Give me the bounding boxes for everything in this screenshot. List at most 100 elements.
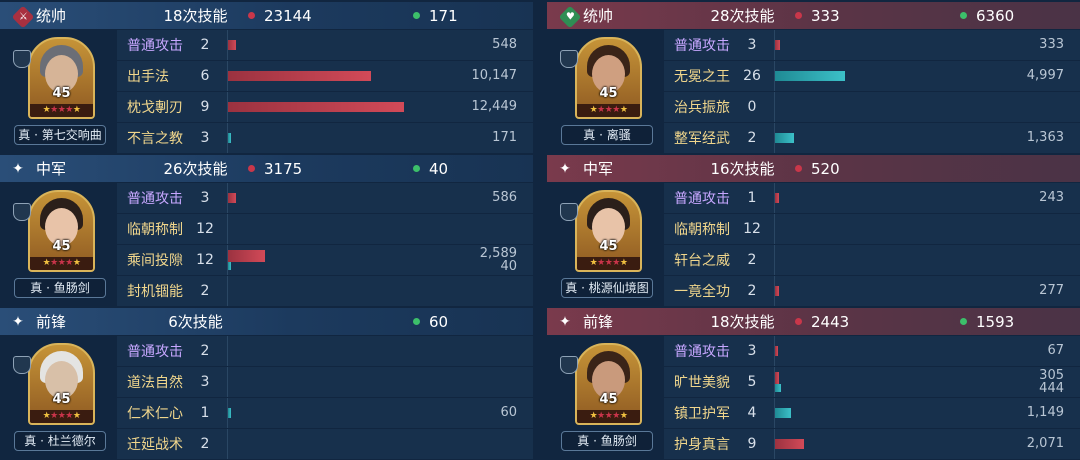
damage-bar	[228, 40, 236, 50]
unit-header: ⚔ 统帅 18次技能 23144 171	[0, 2, 533, 29]
skill-count: 18次技能	[163, 7, 228, 25]
skill-level: 2	[747, 283, 757, 299]
skill-row[interactable]: 迁延战术 2	[117, 429, 533, 459]
right-team-panel: ♥ 统帅 28次技能 333 6360 45 ★★★★★ 真 · 离骚 普通攻击 3 333 无冕之王…	[547, 0, 1080, 460]
hero-name-label: 真 · 离骚	[561, 125, 653, 145]
skill-value: 171	[492, 130, 517, 145]
skill-row[interactable]: 一竟全功 2 277	[664, 276, 1080, 306]
skill-row[interactable]: 无冕之王 26 4,997	[664, 61, 1080, 91]
hero-card[interactable]: 45 ★★★★★ 真 · 鱼肠剑	[13, 190, 106, 298]
unit-block: ✦ 前锋 18次技能 2443 1593 45 ★★★★★ 真 · 鱼肠剑 普通攻击 3 67 旷世美…	[547, 306, 1080, 459]
skill-value-primary: 277	[1039, 283, 1064, 298]
damage-total: 3175	[248, 160, 413, 178]
skill-row[interactable]: 普通攻击 2 548	[117, 30, 533, 60]
heal-bar	[775, 71, 845, 81]
skill-value-primary: 4,997	[1026, 68, 1064, 83]
skill-row[interactable]: 普通攻击 3 67	[664, 336, 1080, 366]
skill-level: 1	[200, 405, 210, 421]
unit-header: ✦ 前锋 18次技能 2443 1593	[547, 308, 1080, 335]
skill-name: 封机锢能	[127, 284, 183, 300]
unit-role: 统帅	[36, 7, 67, 25]
skill-value-primary: 1,149	[1026, 405, 1064, 420]
heal-total: 1593	[960, 313, 1014, 331]
skill-list: 普通攻击 1 243 临朝称制 12 轩台之威 2 一竟全功 2 277	[664, 183, 1080, 307]
skill-row[interactable]: 普通攻击 1 243	[664, 183, 1080, 213]
skill-value: 586	[492, 190, 517, 205]
hero-card[interactable]: 45 ★★★★★ 真 · 杜兰德尔	[13, 343, 106, 451]
sparkle-icon: ✦	[12, 160, 24, 177]
hero-name-label: 真 · 杜兰德尔	[14, 431, 106, 451]
damage-bar	[775, 40, 780, 50]
skill-name: 普通攻击	[674, 38, 730, 54]
bar-axis	[227, 429, 228, 459]
hero-portrait[interactable]: 45 ★★★★★	[28, 37, 95, 119]
hero-card[interactable]: 45 ★★★★★ 真 · 鱼肠剑	[560, 343, 653, 451]
sword-emblem-icon: ⚔	[0, 5, 36, 28]
heal-value: 6360	[976, 6, 1015, 25]
skill-name: 普通攻击	[127, 191, 183, 207]
skill-row[interactable]: 普通攻击 2	[117, 336, 533, 366]
heal-bar	[775, 384, 781, 392]
skill-row[interactable]: 护身真言 9 2,071	[664, 429, 1080, 459]
skill-row[interactable]: 治兵振旅 0	[664, 92, 1080, 122]
skill-row[interactable]: 仁术仁心 1 60	[117, 398, 533, 428]
skill-level: 3	[200, 374, 210, 390]
skill-row[interactable]: 镇卫护军 4 1,149	[664, 398, 1080, 428]
hero-portrait[interactable]: 45 ★★★★★	[575, 190, 642, 272]
skill-row[interactable]: 普通攻击 3 333	[664, 30, 1080, 60]
skill-row[interactable]: 不言之教 3 171	[117, 123, 533, 153]
skill-list: 普通攻击 2 道法自然 3 仁术仁心 1 60 迁延战术 2	[117, 336, 533, 460]
skill-level: 9	[747, 436, 757, 452]
skill-level: 26	[743, 68, 761, 84]
hero-portrait[interactable]: 45 ★★★★★	[575, 37, 642, 119]
skill-level: 2	[200, 343, 210, 359]
damage-value: 3175	[264, 159, 303, 178]
skill-row[interactable]: 临朝称制 12	[117, 214, 533, 244]
skill-value-primary: 60	[500, 405, 517, 420]
heal-dot-icon	[960, 12, 967, 19]
skill-row[interactable]: 道法自然 3	[117, 367, 533, 397]
skill-row[interactable]: 旷世美貌 5 305 444	[664, 367, 1080, 397]
skill-row[interactable]: 临朝称制 12	[664, 214, 1080, 244]
skill-row[interactable]: 轩台之威 2	[664, 245, 1080, 275]
skill-row[interactable]: 封机锢能 2	[117, 276, 533, 306]
skill-row[interactable]: 出手法 6 10,147	[117, 61, 533, 91]
skill-value: 1,363	[1027, 130, 1064, 145]
troop-shield-icon	[13, 50, 31, 68]
skill-row[interactable]: 普通攻击 3 586	[117, 183, 533, 213]
hero-portrait[interactable]: 45 ★★★★★	[575, 343, 642, 425]
bar-axis	[774, 214, 775, 244]
skill-level: 5	[747, 374, 757, 390]
heal-dot-icon	[413, 318, 420, 325]
hero-name-label: 真 · 鱼肠剑	[561, 431, 653, 451]
skill-level: 9	[200, 99, 210, 115]
skill-name: 轩台之威	[674, 253, 730, 269]
skill-name: 枕戈剸刃	[127, 100, 183, 116]
skill-list: 普通攻击 2 548 出手法 6 10,147 枕戈剸刃 9 12,449 不言之教 3 171	[117, 30, 533, 154]
hero-card[interactable]: 45 ★★★★★ 真 · 第七交响曲	[13, 37, 106, 145]
skill-value: 548	[492, 37, 517, 52]
skill-name: 旷世美貌	[674, 375, 730, 391]
damage-bar	[228, 193, 236, 203]
skill-level: 4	[747, 405, 757, 421]
damage-value: 520	[811, 159, 840, 178]
hero-portrait[interactable]: 45 ★★★★★	[28, 343, 95, 425]
skill-name: 道法自然	[127, 375, 183, 391]
skill-level: 12	[196, 252, 214, 268]
skill-level: 3	[747, 343, 757, 359]
heal-value: 171	[429, 6, 458, 25]
skill-name: 整军经武	[674, 131, 730, 147]
damage-total: 333	[795, 7, 960, 25]
skill-row[interactable]: 整军经武 2 1,363	[664, 123, 1080, 153]
unit-block: ♥ 统帅 28次技能 333 6360 45 ★★★★★ 真 · 离骚 普通攻击 3 333 无冕之王…	[547, 0, 1080, 153]
skill-level: 2	[200, 436, 210, 452]
skill-row[interactable]: 乘间投隙 12 2,589 40	[117, 245, 533, 275]
hero-name-label: 真 · 桃源仙境图	[561, 278, 653, 298]
skill-row[interactable]: 枕戈剸刃 9 12,449	[117, 92, 533, 122]
skill-value: 1,149	[1027, 405, 1064, 420]
hero-portrait[interactable]: 45 ★★★★★	[28, 190, 95, 272]
hero-card[interactable]: 45 ★★★★★ 真 · 离骚	[560, 37, 653, 145]
damage-bar	[775, 346, 778, 356]
hero-card[interactable]: 45 ★★★★★ 真 · 桃源仙境图	[560, 190, 653, 298]
troop-shield-icon	[13, 203, 31, 221]
